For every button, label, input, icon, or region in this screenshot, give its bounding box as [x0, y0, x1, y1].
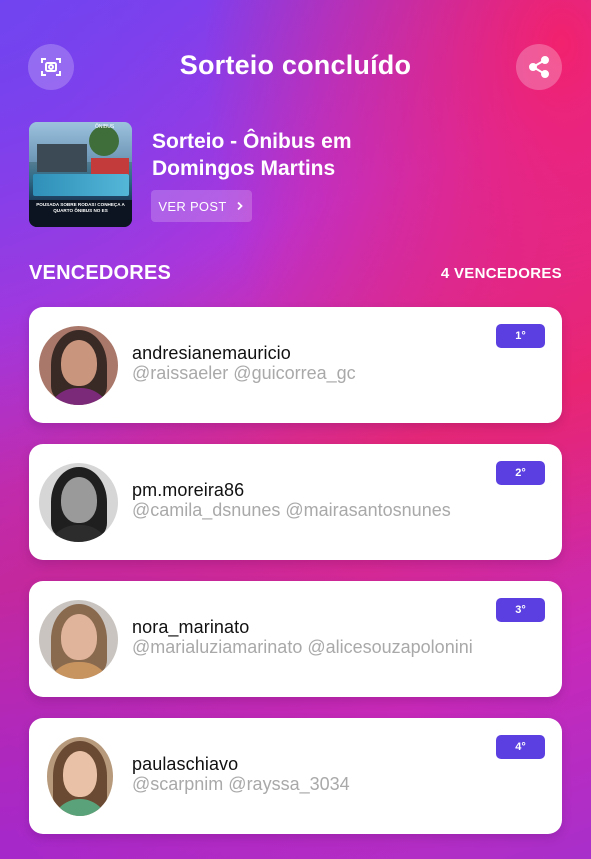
- avatar: [39, 463, 118, 542]
- rank-badge: 4°: [496, 735, 545, 759]
- winner-mentions: @camila_dsnunes @mairasantosnunes: [132, 500, 451, 520]
- rank-badge: 3°: [496, 598, 545, 622]
- post-title: Sorteio - Ônibus em Domingos Martins: [152, 130, 352, 180]
- winner-username[interactable]: pm.moreira86: [132, 480, 244, 501]
- winner-card[interactable]: pm.moreira86 @camila_dsnunes @mairasanto…: [29, 444, 562, 560]
- rank-badge: 2°: [496, 461, 545, 485]
- winner-mentions: @scarpnim @rayssa_3034: [132, 774, 350, 794]
- view-post-button[interactable]: VER POST: [151, 190, 252, 222]
- winners-count: 4 VENCEDORES: [440, 265, 562, 282]
- share-button[interactable]: [516, 44, 562, 90]
- rank-badge: 1°: [496, 324, 545, 348]
- view-post-label: VER POST: [158, 198, 227, 214]
- avatar: [39, 600, 118, 679]
- header: Sorteio concluído: [0, 42, 591, 94]
- winner-username[interactable]: paulaschiavo: [132, 754, 238, 775]
- share-icon: [529, 56, 549, 78]
- winner-card[interactable]: andresianemauricio @raissaeler @guicorre…: [29, 307, 562, 423]
- thumbnail-caption: POUSADA SOBRE RODAS! CONHEÇA A QUARTO ÔN…: [36, 202, 125, 213]
- winner-card[interactable]: paulaschiavo @scarpnim @rayssa_3034 4°: [29, 718, 562, 834]
- post-summary: ÔNIBUS POUSADA SOBRE RODAS! CONHEÇA A QU…: [29, 122, 569, 230]
- page-title: Sorteio concluído: [179, 50, 412, 80]
- winner-mentions: @marialuziamarinato @alicesouzapolonini: [132, 637, 473, 657]
- winner-username[interactable]: nora_marinato: [132, 617, 249, 638]
- avatar: [39, 326, 118, 405]
- winners-title: VENCEDORES: [29, 262, 172, 284]
- winners-header: VENCEDORES 4 VENCEDORES: [29, 262, 562, 286]
- post-thumbnail[interactable]: ÔNIBUS POUSADA SOBRE RODAS! CONHEÇA A QU…: [29, 122, 132, 227]
- avatar: [47, 737, 113, 816]
- chevron-right-icon: [236, 201, 243, 211]
- winner-mentions: @raissaeler @guicorrea_gc: [132, 363, 356, 383]
- thumbnail-logo: ÔNIBUS: [95, 124, 115, 130]
- winner-card[interactable]: nora_marinato @marialuziamarinato @alice…: [29, 581, 562, 697]
- winner-username[interactable]: andresianemauricio: [132, 343, 291, 364]
